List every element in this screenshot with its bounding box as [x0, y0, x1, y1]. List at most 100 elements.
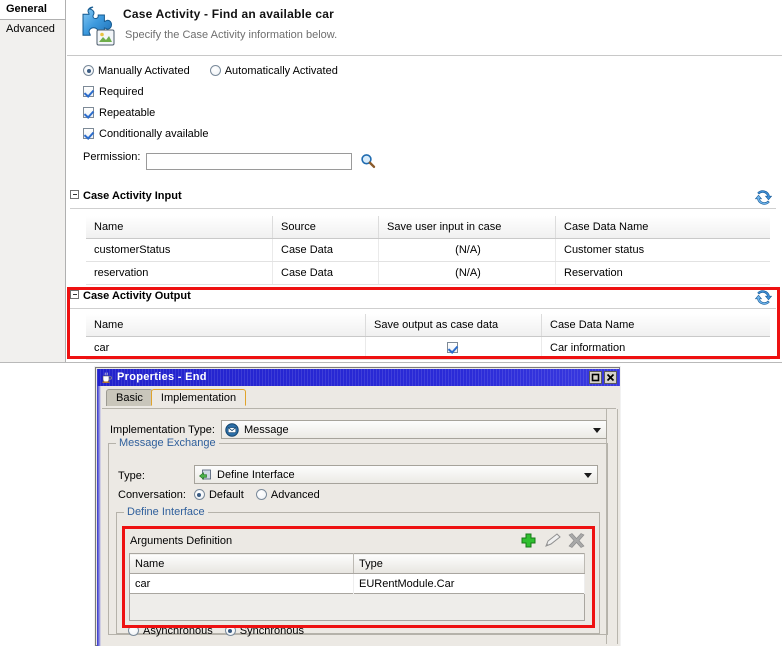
tab-implementation[interactable]: Implementation	[150, 389, 247, 406]
section-case-activity-output[interactable]: Case Activity Output	[70, 290, 776, 309]
message-exchange-title: Message Exchange	[116, 437, 219, 449]
refresh-icon-input[interactable]	[755, 189, 772, 206]
case-activity-input-table: Name Source Save user input in case Case…	[86, 216, 770, 285]
puzzle-piece-icon	[82, 6, 115, 46]
implementation-type-combobox[interactable]: Message	[221, 420, 607, 439]
cell-output-save-0[interactable]	[365, 336, 542, 360]
add-icon	[521, 533, 536, 548]
coffee-cup-icon	[102, 372, 112, 383]
permission-label: Permission:	[83, 151, 141, 163]
checkbox-conditionally-available[interactable]	[83, 128, 94, 139]
editor-header: Case Activity - Find an available car Sp…	[67, 0, 782, 56]
close-icon[interactable]	[604, 371, 617, 384]
table-row[interactable]: customerStatus Case Data (N/A) Customer …	[86, 238, 770, 262]
dialog-tab-divider	[102, 408, 616, 409]
edit-icon	[545, 533, 561, 547]
activity-options: Manually Activated Automatically Activate…	[67, 57, 782, 175]
activation-radio-row: Manually Activated Automatically Activate…	[67, 65, 782, 86]
table-header-row: Name Source Save user input in case Case…	[86, 216, 770, 239]
radio-manually-activated[interactable]	[83, 65, 94, 76]
radio-asynchronous[interactable]	[128, 625, 139, 636]
cell-input-name-1: reservation	[86, 261, 273, 285]
section-title-output: Case Activity Output	[83, 290, 191, 302]
tab-advanced[interactable]: Advanced	[0, 20, 65, 39]
col-arg-name[interactable]: Name	[129, 553, 354, 574]
define-interface-title: Define Interface	[124, 506, 208, 518]
cell-input-source-0: Case Data	[272, 238, 379, 262]
col-input-name[interactable]: Name	[86, 216, 273, 239]
arguments-definition-title: Arguments Definition	[130, 535, 233, 547]
label-required: Required	[99, 86, 144, 98]
table-row[interactable]: car Car information	[86, 336, 770, 360]
radio-synchronous[interactable]	[224, 625, 236, 636]
radio-automatically-activated[interactable]	[209, 65, 221, 76]
dialog-titlebar[interactable]: Properties - End	[97, 369, 620, 386]
arguments-toolbar	[521, 533, 585, 548]
arguments-empty-area	[129, 591, 585, 621]
sync-mode-row: Asynchronous Synchronous	[128, 625, 304, 637]
col-output-name[interactable]: Name	[86, 314, 366, 337]
label-automatically-activated: Automatically Activated	[224, 65, 338, 77]
cell-output-casedata-0: Car information	[541, 336, 770, 360]
checkbox-save-output-as-case-data[interactable]	[446, 342, 458, 353]
magnifier-icon[interactable]	[360, 153, 376, 169]
type-value: Define Interface	[217, 469, 295, 481]
label-conversation-advanced: Advanced	[270, 489, 320, 501]
label-synchronous: Synchronous	[239, 625, 304, 637]
col-input-save-user-input[interactable]: Save user input in case	[378, 216, 556, 239]
dialog-left-accent	[97, 386, 101, 646]
message-envelope-icon	[225, 423, 239, 437]
cell-input-name-0: customerStatus	[86, 238, 273, 262]
define-interface-icon	[198, 469, 211, 480]
col-input-source[interactable]: Source	[272, 216, 379, 239]
radio-conversation-advanced[interactable]	[255, 489, 267, 500]
col-arg-type[interactable]: Type	[353, 553, 585, 574]
col-input-case-data-name[interactable]: Case Data Name	[555, 216, 770, 239]
checkbox-row-repeatable[interactable]: Repeatable	[67, 107, 782, 128]
section-divider-input	[70, 208, 776, 209]
conversation-label: Conversation:	[118, 489, 186, 501]
cell-input-save-0: (N/A)	[378, 238, 556, 262]
checkbox-required[interactable]	[83, 86, 94, 97]
col-output-save-as-case-data[interactable]: Save output as case data	[365, 314, 542, 337]
section-title-input: Case Activity Input	[83, 190, 182, 202]
collapse-toggle-output-icon[interactable]	[70, 290, 79, 299]
table-row[interactable]: car EURentModule.Car	[129, 573, 585, 594]
chevron-down-icon-impl-type[interactable]	[593, 428, 601, 433]
page-subtitle: Specify the Case Activity information be…	[125, 29, 338, 41]
refresh-icon-output[interactable]	[755, 289, 772, 306]
dialog-title: Properties - End	[117, 371, 207, 383]
section-divider-output	[70, 308, 776, 309]
label-manually-activated: Manually Activated	[98, 65, 190, 77]
arguments-definition-panel: Arguments Definition Name Type car EURen…	[126, 531, 590, 621]
type-combobox[interactable]: Define Interface	[194, 465, 598, 484]
collapse-toggle-input-icon[interactable]	[70, 190, 79, 199]
tab-basic[interactable]: Basic	[106, 389, 153, 406]
section-case-activity-input[interactable]: Case Activity Input	[70, 190, 776, 209]
tab-general[interactable]: General	[0, 0, 65, 20]
cell-input-save-1: (N/A)	[378, 261, 556, 285]
col-output-case-data-name[interactable]: Case Data Name	[541, 314, 770, 337]
cell-arg-name-0: car	[129, 573, 354, 594]
delete-icon	[568, 533, 585, 548]
table-row[interactable]: reservation Case Data (N/A) Reservation	[86, 261, 770, 285]
label-conditionally-available: Conditionally available	[99, 128, 209, 140]
checkbox-repeatable[interactable]	[83, 107, 94, 118]
checkbox-row-conditionally-available[interactable]: Conditionally available	[67, 128, 782, 149]
chevron-down-icon-type[interactable]	[584, 473, 592, 478]
case-activity-editor: General Advanced Case Activity - Find an…	[0, 0, 782, 363]
case-activity-output-table: Name Save output as case data Case Data …	[86, 314, 770, 360]
maximize-icon[interactable]	[589, 371, 602, 384]
label-repeatable: Repeatable	[99, 107, 156, 119]
checkbox-row-required[interactable]: Required	[67, 86, 782, 107]
cell-output-name-0: car	[86, 336, 366, 360]
implementation-type-label: Implementation Type:	[110, 424, 215, 436]
table-header-row: Name Type	[129, 553, 585, 574]
table-header-row: Name Save output as case data Case Data …	[86, 314, 770, 337]
radio-conversation-default[interactable]	[193, 489, 205, 500]
permission-input[interactable]	[146, 152, 353, 170]
dialog-tab-bar: Basic Implementation	[106, 389, 247, 408]
label-asynchronous: Asynchronous	[143, 625, 213, 637]
label-conversation-default: Default	[208, 489, 244, 501]
cell-input-casedata-0: Customer status	[555, 238, 770, 262]
